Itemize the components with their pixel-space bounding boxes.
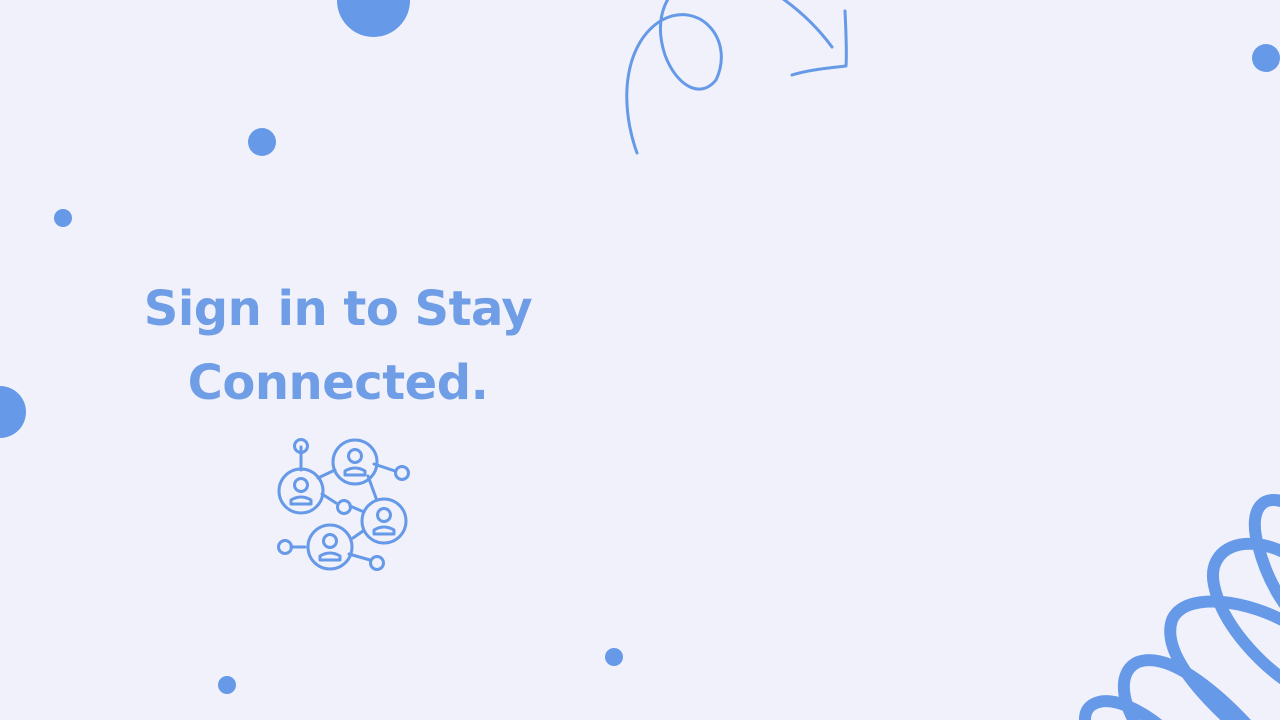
- hero-title-line-1: Sign in to Stay: [143, 281, 533, 337]
- decorative-dot-bottom-left: [218, 676, 236, 694]
- hero-title-line-2: Connected.: [187, 355, 489, 411]
- decorative-dot-left-edge: [0, 386, 26, 438]
- decorative-dot-right-top: [1252, 44, 1280, 72]
- page-canvas: Sign in to Stay Connected.: [0, 0, 1280, 720]
- hero-title: Sign in to Stay Connected.: [120, 272, 556, 420]
- decorative-dot-top: [337, 0, 410, 37]
- decorative-dot-upper-left: [248, 128, 276, 156]
- people-network-icon: [270, 432, 416, 578]
- decorative-dot-bottom-center: [605, 648, 623, 666]
- decorative-dot-left-small: [54, 209, 72, 227]
